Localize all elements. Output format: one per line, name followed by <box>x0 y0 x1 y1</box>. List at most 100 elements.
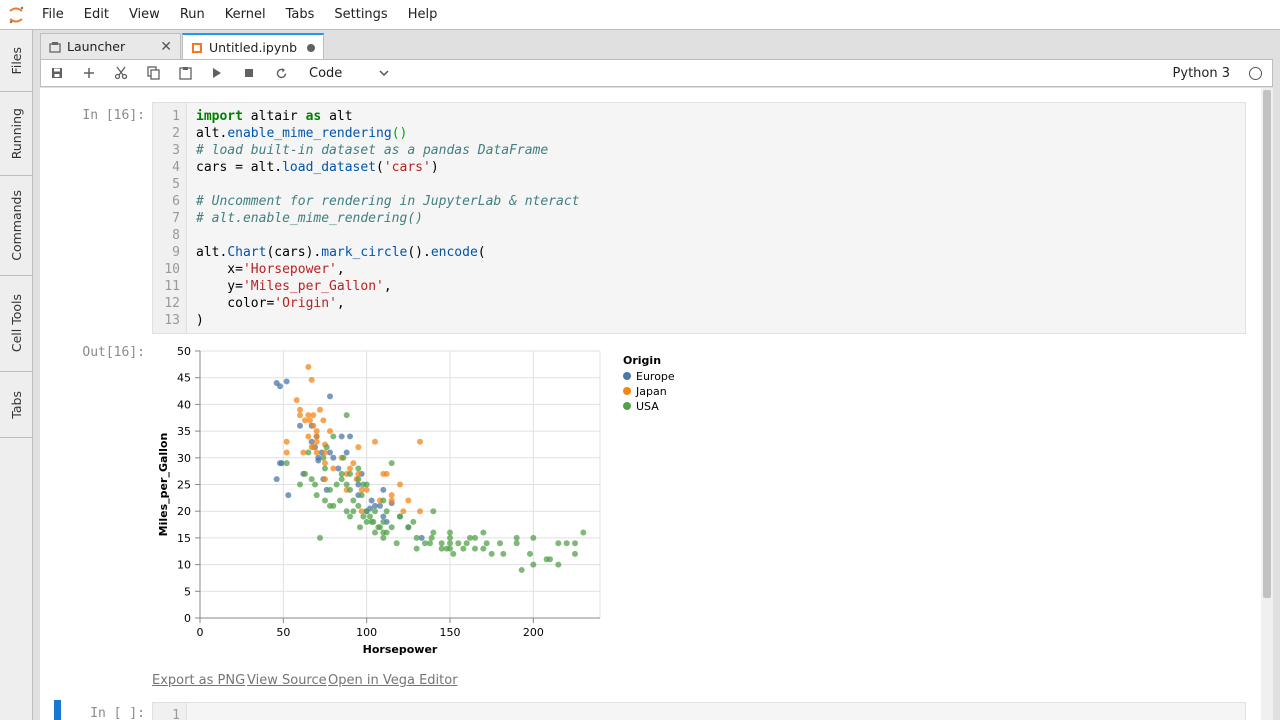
scrollbar-thumb[interactable] <box>1263 90 1271 598</box>
data-point-japan <box>302 417 308 424</box>
sidebar-tab-running[interactable]: Running <box>0 92 33 176</box>
data-point-usa <box>488 550 495 557</box>
cut-button[interactable] <box>105 59 137 87</box>
document-tab-bar: Launcher ✕ Untitled.ipynb <box>40 33 325 60</box>
cell-type-select[interactable]: Code <box>309 66 389 81</box>
y-tick-label: 35 <box>177 425 191 438</box>
vertical-scrollbar[interactable] <box>1261 88 1273 720</box>
data-point-usa <box>380 534 387 541</box>
data-point-usa <box>322 497 328 504</box>
menu-kernel[interactable]: Kernel <box>215 0 276 30</box>
code-token: () <box>391 126 408 141</box>
restart-button[interactable] <box>265 59 297 87</box>
line-number: 1 <box>172 109 180 124</box>
line-number: 4 <box>172 160 180 175</box>
code-editor[interactable]: 1 2 3 4 5 6 7 8 9 10 11 12 13 import alt… <box>152 102 1246 334</box>
data-point-usa <box>283 460 290 467</box>
data-point-usa <box>343 412 350 419</box>
data-point-usa <box>463 540 470 547</box>
line-number: 5 <box>172 177 180 192</box>
y-axis-title: Miles_per_Gallon <box>157 433 170 537</box>
data-point-japan <box>372 438 378 445</box>
data-point-usa <box>438 540 445 547</box>
kernel-name[interactable]: Python 3 <box>1173 66 1230 81</box>
menu-tabs[interactable]: Tabs <box>276 0 325 30</box>
sidebar-tab-tabs[interactable]: Tabs <box>0 372 33 438</box>
sidebar-tab-label: Cell Tools <box>9 294 24 353</box>
x-tick-label: 200 <box>523 626 544 639</box>
data-point-usa <box>357 524 363 531</box>
menu-view[interactable]: View <box>119 0 170 30</box>
data-point-usa <box>483 540 490 547</box>
data-point-europe <box>368 497 375 504</box>
data-point-usa <box>547 556 553 563</box>
data-point-japan <box>297 406 303 413</box>
stop-button[interactable] <box>233 59 265 87</box>
x-tick-label: 150 <box>440 626 461 639</box>
code-token: , <box>336 296 345 311</box>
x-tick-label: 0 <box>197 626 204 639</box>
launcher-icon <box>49 41 61 53</box>
line-number: 12 <box>164 296 180 311</box>
view-source-link[interactable]: View Source <box>247 673 327 688</box>
data-point-usa <box>312 481 318 488</box>
paste-icon <box>178 67 192 80</box>
data-point-usa <box>350 508 357 515</box>
menu-run[interactable]: Run <box>170 0 215 30</box>
code-line: # load built-in dataset as a pandas Data… <box>196 143 549 158</box>
menu-help[interactable]: Help <box>398 0 448 30</box>
code-line: ) <box>196 313 204 328</box>
data-point-usa <box>447 529 453 536</box>
sidebar-tab-commands[interactable]: Commands <box>0 176 33 276</box>
input-prompt: In [16]: <box>82 108 145 123</box>
insert-cell-button[interactable] <box>73 59 105 87</box>
data-point-japan <box>308 444 315 451</box>
data-point-japan <box>417 508 423 515</box>
save-button[interactable] <box>41 59 73 87</box>
data-point-japan <box>308 376 315 383</box>
code-token: alt. <box>196 245 228 260</box>
menu-edit[interactable]: Edit <box>74 0 119 30</box>
close-icon[interactable]: ✕ <box>160 39 172 55</box>
data-point-usa <box>580 529 587 536</box>
data-point-usa <box>338 470 345 477</box>
run-button[interactable] <box>201 59 233 87</box>
open-vega-editor-link[interactable]: Open in Vega Editor <box>328 673 458 688</box>
line-number: 1 <box>172 708 180 720</box>
add-icon <box>84 68 94 78</box>
paste-button[interactable] <box>169 59 201 87</box>
next-code-editor[interactable]: 1 <box>152 702 1246 720</box>
data-point-japan <box>310 422 317 429</box>
data-point-usa <box>372 508 378 515</box>
code-token: , <box>383 279 392 294</box>
code-line: alt.enable_mime_rendering() <box>196 125 407 142</box>
export-png-link[interactable]: Export as PNG <box>152 673 245 688</box>
data-point-japan <box>313 449 320 456</box>
data-point-europe <box>273 476 280 483</box>
data-point-usa <box>530 534 537 541</box>
next-input-prompt: In [ ]: <box>90 706 145 720</box>
tab-launcher[interactable]: Launcher ✕ <box>40 33 181 59</box>
data-point-usa <box>427 540 433 547</box>
sidebar-tab-cell-tools[interactable]: Cell Tools <box>0 276 33 372</box>
data-point-japan <box>283 449 290 456</box>
code-token: 'Origin' <box>274 296 337 311</box>
data-point-usa <box>323 444 330 451</box>
data-point-usa <box>413 534 420 541</box>
line-number: 6 <box>172 194 180 209</box>
data-point-usa <box>347 470 353 477</box>
sidebar-tab-files[interactable]: Files <box>0 30 33 92</box>
data-point-usa <box>377 524 383 531</box>
copy-button[interactable] <box>137 59 169 87</box>
data-point-japan <box>355 444 362 451</box>
data-point-usa <box>322 465 328 472</box>
tab-untitled-notebook[interactable]: Untitled.ipynb <box>182 33 324 60</box>
data-point-usa <box>383 508 390 515</box>
menu-file[interactable]: File <box>32 0 74 30</box>
data-point-usa <box>330 433 337 440</box>
menu-settings[interactable]: Settings <box>324 0 397 30</box>
unsaved-dot-icon[interactable] <box>307 43 315 52</box>
data-point-japan <box>327 428 333 435</box>
code-token: ( <box>376 160 384 175</box>
data-point-usa <box>343 481 350 488</box>
